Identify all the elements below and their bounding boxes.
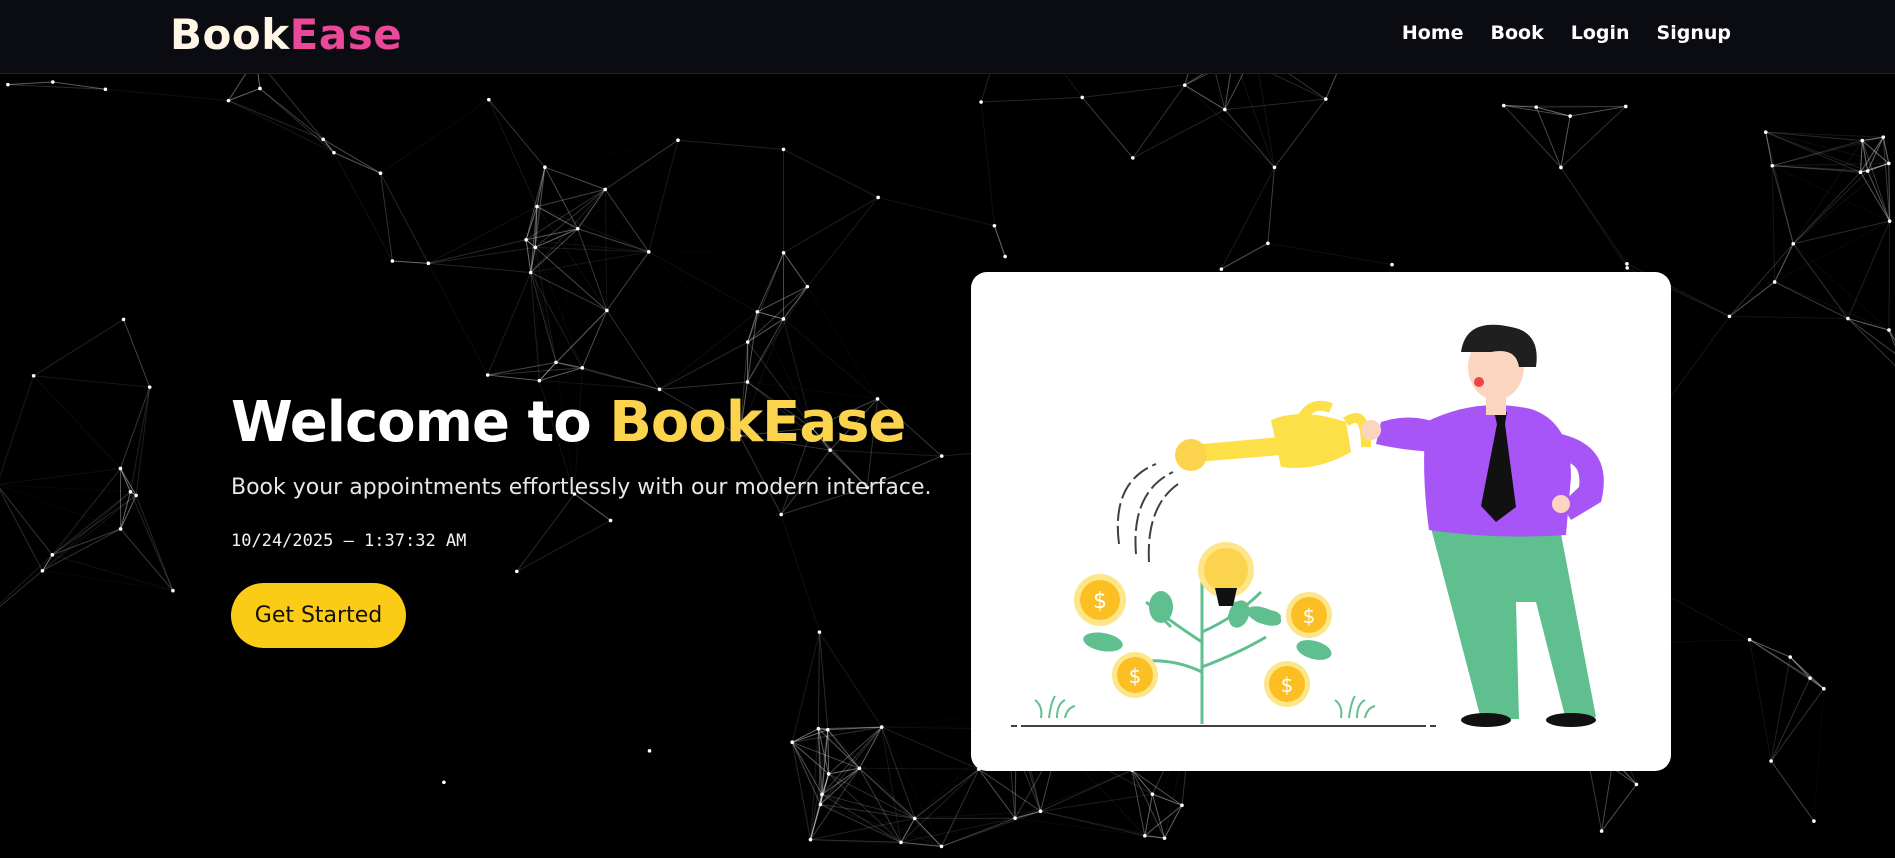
hero-illustration-card: $ $ $ $ (971, 272, 1671, 771)
man-watering-money-plant-illustration: $ $ $ $ (1011, 324, 1604, 727)
hero-section: Welcome to BookEase Book your appointmen… (231, 385, 931, 648)
watering-can-icon (1175, 400, 1371, 471)
brand-logo-part1: Book (170, 10, 290, 59)
lightbulb-icon (1198, 542, 1254, 606)
hero-title: Welcome to BookEase (231, 385, 931, 461)
brand-logo-part2: Ease (289, 10, 403, 59)
nav-home-link[interactable]: Home (1402, 22, 1464, 44)
nav-links: Home Book Login Signup (1402, 22, 1731, 44)
nav-signup-link[interactable]: Signup (1657, 22, 1731, 44)
hero-title-accent: BookEase (609, 390, 906, 455)
svg-text:$: $ (1303, 604, 1316, 628)
svg-text:$: $ (1281, 673, 1294, 697)
nav-book-link[interactable]: Book (1491, 22, 1544, 44)
brand-logo[interactable]: BookEase (170, 10, 402, 59)
get-started-button[interactable]: Get Started (231, 583, 406, 648)
hero-subtitle: Book your appointments effortlessly with… (231, 475, 932, 500)
hero-title-prefix: Welcome to (231, 390, 610, 455)
nav-login-link[interactable]: Login (1571, 22, 1630, 44)
navbar: BookEase Home Book Login Signup (0, 0, 1895, 74)
svg-text:$: $ (1093, 589, 1107, 614)
datetime-display: 10/24/2025 – 1:37:32 AM (231, 531, 467, 551)
svg-text:$: $ (1129, 664, 1142, 688)
